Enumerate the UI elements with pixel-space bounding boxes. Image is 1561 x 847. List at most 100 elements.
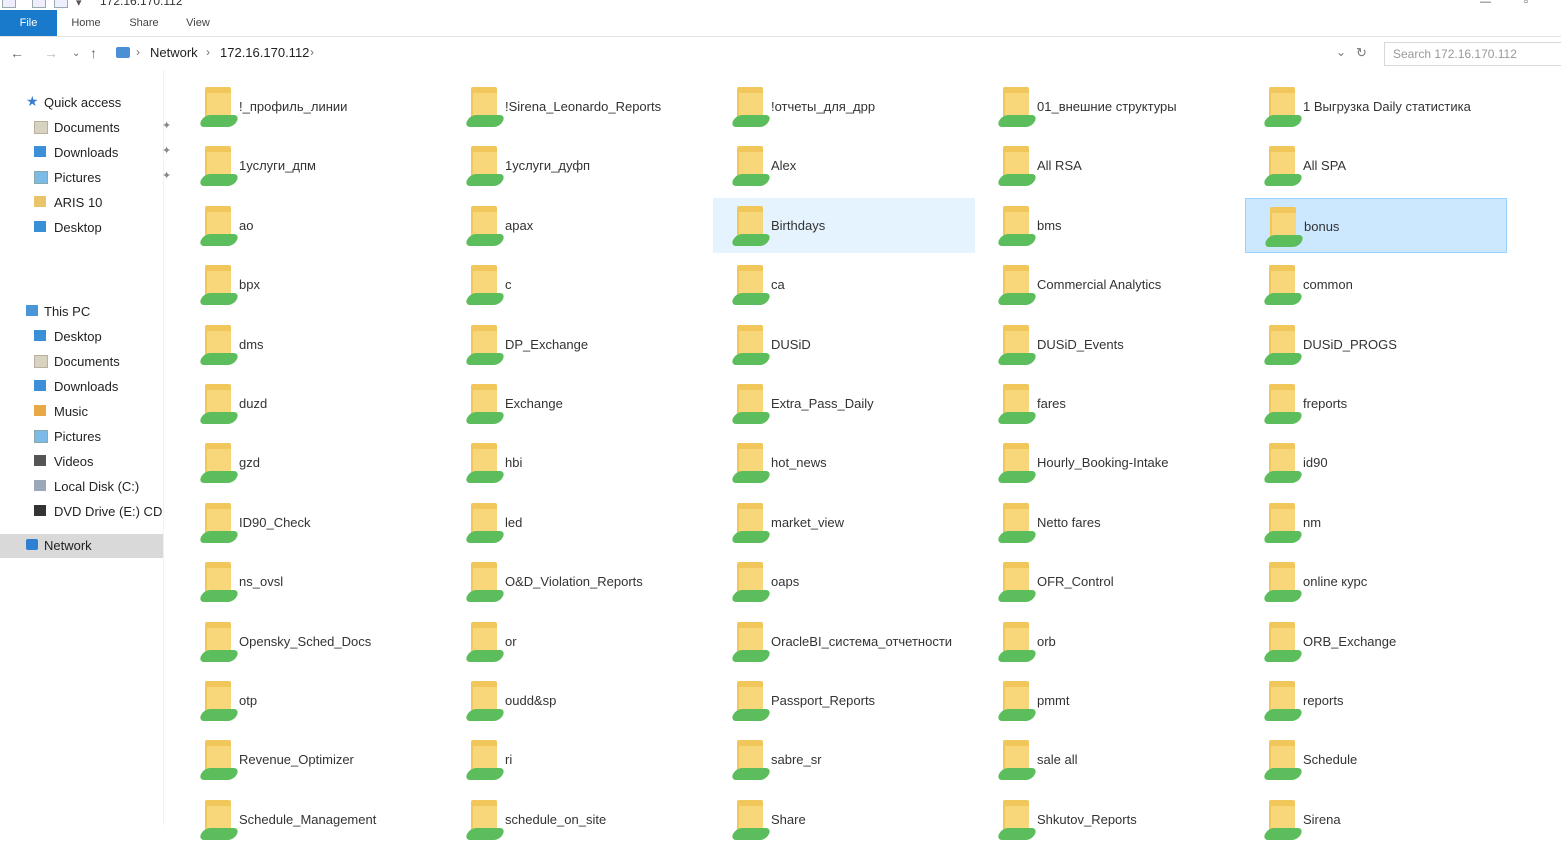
folder-item[interactable]: ca xyxy=(713,257,975,312)
folder-item[interactable]: DUSiD xyxy=(713,317,975,372)
sidebar-item-aris[interactable]: ARIS 10 xyxy=(34,191,163,215)
address-bar[interactable]: › Network › 172.16.170.112 › ⌄ ↻ xyxy=(110,42,1380,64)
folder-item[interactable]: pmmt xyxy=(979,673,1241,728)
folder-item[interactable]: 1услуги_дпм xyxy=(181,138,443,193)
sidebar-item-pc-documents[interactable]: Documents xyxy=(34,350,163,374)
tab-home[interactable]: Home xyxy=(62,10,110,36)
properties-icon[interactable] xyxy=(32,0,46,8)
sidebar-item-desktop[interactable]: Desktop xyxy=(34,216,163,240)
folder-item[interactable]: Schedule xyxy=(1245,732,1507,787)
search-box[interactable] xyxy=(1384,42,1561,66)
folder-item[interactable]: 01_внешние структуры xyxy=(979,79,1241,134)
folder-item[interactable]: ao xyxy=(181,198,443,253)
address-dropdown-icon[interactable]: ⌄ xyxy=(1336,45,1346,59)
folder-item[interactable]: All RSA xyxy=(979,138,1241,193)
sidebar-item-quick-access[interactable]: ★ Quick access xyxy=(26,91,163,115)
folder-item[interactable]: ID90_Check xyxy=(181,495,443,550)
tab-share[interactable]: Share xyxy=(120,10,168,36)
sidebar-item-dvd-drive[interactable]: DVD Drive (E:) CDRO xyxy=(34,500,163,524)
folder-item[interactable]: nm xyxy=(1245,495,1507,550)
folder-item[interactable]: oudd&sp xyxy=(447,673,709,728)
folder-item[interactable]: gzd xyxy=(181,435,443,490)
folder-item[interactable]: DUSiD_Events xyxy=(979,317,1241,372)
folder-item[interactable]: hot_news xyxy=(713,435,975,490)
folder-item[interactable]: Shkutov_Reports xyxy=(979,792,1241,847)
new-folder-icon[interactable] xyxy=(54,0,68,8)
sidebar-item-pc-downloads[interactable]: Downloads xyxy=(34,375,163,399)
breadcrumb-host[interactable]: 172.16.170.112 xyxy=(220,45,309,60)
sidebar-item-network[interactable]: Network xyxy=(0,534,163,558)
breadcrumb-chevron-icon[interactable]: › xyxy=(206,45,210,59)
up-arrow-icon[interactable]: ↑ xyxy=(90,45,97,61)
folder-item[interactable]: Commercial Analytics xyxy=(979,257,1241,312)
folder-item[interactable]: online курс xyxy=(1245,554,1507,609)
folder-item[interactable]: sale all xyxy=(979,732,1241,787)
folder-item[interactable]: oaps xyxy=(713,554,975,609)
folder-item[interactable]: OFR_Control xyxy=(979,554,1241,609)
folder-item[interactable]: 1 Выгрузка Daily статистика xyxy=(1245,79,1507,134)
folder-item[interactable]: apax xyxy=(447,198,709,253)
folder-item[interactable]: O&D_Violation_Reports xyxy=(447,554,709,609)
folder-item[interactable]: market_view xyxy=(713,495,975,550)
folder-item[interactable]: Hourly_Booking-Intake xyxy=(979,435,1241,490)
folder-item[interactable]: id90 xyxy=(1245,435,1507,490)
folder-item[interactable]: !Sirena_Leonardo_Reports xyxy=(447,79,709,134)
folder-item[interactable]: ri xyxy=(447,732,709,787)
tab-view[interactable]: View xyxy=(176,10,220,36)
folder-item[interactable]: bms xyxy=(979,198,1241,253)
folder-item[interactable]: OracleBI_система_отчетности xyxy=(713,614,975,669)
folder-item[interactable]: hbi xyxy=(447,435,709,490)
folder-item[interactable]: DUSiD_PROGS xyxy=(1245,317,1507,372)
folder-item[interactable]: ns_ovsl xyxy=(181,554,443,609)
breadcrumb-chevron-icon[interactable]: › xyxy=(310,45,314,59)
folder-item[interactable]: common xyxy=(1245,257,1507,312)
folder-item[interactable]: duzd xyxy=(181,376,443,431)
search-input[interactable] xyxy=(1391,46,1560,62)
folder-item[interactable]: Extra_Pass_Daily xyxy=(713,376,975,431)
folder-item[interactable]: orb xyxy=(979,614,1241,669)
breadcrumb-network[interactable]: Network xyxy=(150,45,198,60)
back-arrow-icon[interactable]: ← xyxy=(10,45,24,61)
folder-item[interactable]: Schedule_Management xyxy=(181,792,443,847)
folder-item[interactable]: Opensky_Sched_Docs xyxy=(181,614,443,669)
forward-arrow-icon[interactable]: → xyxy=(44,45,58,61)
folder-item[interactable]: Alex xyxy=(713,138,975,193)
sidebar-item-downloads[interactable]: Downloads ✦ xyxy=(34,141,171,165)
folder-item[interactable]: 1услуги_дуфп xyxy=(447,138,709,193)
sidebar-item-pc-videos[interactable]: Videos xyxy=(34,450,163,474)
folder-item[interactable]: fares xyxy=(979,376,1241,431)
sidebar-item-pc-pictures[interactable]: Pictures xyxy=(34,425,163,449)
folder-item[interactable]: bonus xyxy=(1245,198,1507,253)
tab-file[interactable]: File xyxy=(0,10,57,36)
folder-item[interactable]: Exchange xyxy=(447,376,709,431)
folder-item[interactable]: !_профиль_линии xyxy=(181,79,443,134)
folder-item[interactable]: otp xyxy=(181,673,443,728)
folder-item[interactable]: DP_Exchange xyxy=(447,317,709,372)
folder-item[interactable]: !отчеты_для_дрр xyxy=(713,79,975,134)
folder-item[interactable]: Passport_Reports xyxy=(713,673,975,728)
recent-locations-icon[interactable]: ⌄ xyxy=(72,48,80,59)
folder-item[interactable]: bpx xyxy=(181,257,443,312)
sidebar-item-pc-desktop[interactable]: Desktop xyxy=(34,325,163,349)
folder-item[interactable]: ORB_Exchange xyxy=(1245,614,1507,669)
folder-item[interactable]: Share xyxy=(713,792,975,847)
folder-item[interactable]: schedule_on_site xyxy=(447,792,709,847)
folder-item[interactable]: All SPA xyxy=(1245,138,1507,193)
folder-item[interactable]: Netto fares xyxy=(979,495,1241,550)
folder-item[interactable]: led xyxy=(447,495,709,550)
minimize-icon[interactable]: — xyxy=(1480,0,1491,8)
folder-item[interactable]: Revenue_Optimizer xyxy=(181,732,443,787)
folder-item[interactable]: Birthdays xyxy=(713,198,975,253)
explorer-icon[interactable] xyxy=(2,0,16,8)
folder-item[interactable]: dms xyxy=(181,317,443,372)
refresh-icon[interactable]: ↻ xyxy=(1356,45,1367,61)
folder-item[interactable]: reports xyxy=(1245,673,1507,728)
breadcrumb-chevron-icon[interactable]: › xyxy=(136,45,140,59)
folder-item[interactable]: or xyxy=(447,614,709,669)
maximize-icon[interactable]: ▫ xyxy=(1524,0,1528,8)
folder-item[interactable]: freports xyxy=(1245,376,1507,431)
sidebar-item-this-pc[interactable]: This PC xyxy=(26,300,163,324)
sidebar-item-pictures[interactable]: Pictures ✦ xyxy=(34,166,171,190)
sidebar-item-pc-music[interactable]: Music xyxy=(34,400,163,424)
folder-item[interactable]: sabre_sr xyxy=(713,732,975,787)
